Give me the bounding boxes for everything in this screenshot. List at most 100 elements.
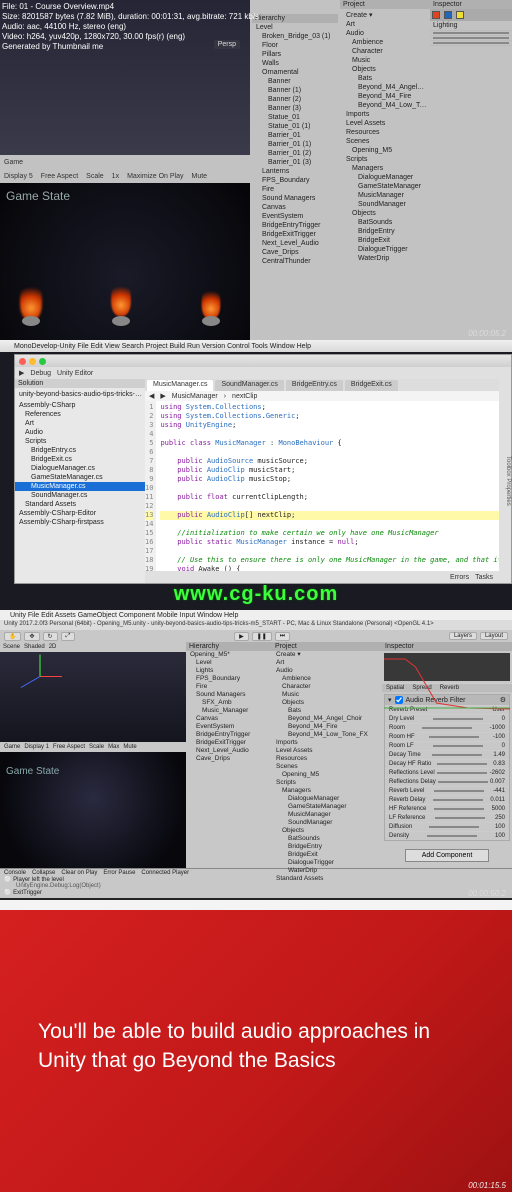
tree-item[interactable]: BatSounds: [272, 835, 382, 843]
hierarchy-panel-title[interactable]: Hierarchy: [186, 642, 272, 651]
tree-item[interactable]: Floor: [252, 41, 338, 50]
tree-item[interactable]: Beyond_M4_Low_Tone_FX: [342, 101, 428, 110]
property-value[interactable]: 5000: [492, 806, 505, 812]
game-display[interactable]: Display 5: [4, 173, 33, 180]
tree-item[interactable]: Beyond_M4_Angel_Choir: [342, 83, 428, 92]
tree-item[interactable]: SoundManager.cs: [15, 491, 145, 500]
property-slider[interactable]: [437, 772, 487, 774]
tree-item[interactable]: Resources: [272, 755, 382, 763]
tree-item[interactable]: CentralThunder: [252, 257, 338, 266]
tree-item[interactable]: DialogueTrigger: [272, 859, 382, 867]
tree-item[interactable]: SoundManager: [342, 200, 428, 209]
tree-item[interactable]: Beyond_M4_Fire: [272, 723, 382, 731]
display-dropdown[interactable]: Display 1: [24, 744, 49, 750]
shaded-dropdown[interactable]: Shaded: [24, 644, 45, 650]
tree-item[interactable]: Beyond_M4_Low_Tone_FX: [272, 731, 382, 739]
tree-item[interactable]: Imports: [342, 110, 428, 119]
solution-tree[interactable]: Assembly-CSharpReferencesArtAudioScripts…: [15, 401, 145, 527]
tree-item[interactable]: Beyond_M4_Fire: [342, 92, 428, 101]
tree-item[interactable]: WaterDrip: [272, 867, 382, 875]
tree-item[interactable]: Level: [252, 23, 338, 32]
tree-item[interactable]: Managers: [342, 164, 428, 173]
console-option[interactable]: Error Pause: [103, 870, 135, 876]
tree-item[interactable]: Barrier_01: [252, 131, 338, 140]
game-tab[interactable]: Game: [4, 159, 23, 166]
tree-item[interactable]: DialogueManager: [272, 795, 382, 803]
property-slider[interactable]: [432, 754, 482, 756]
property-slider[interactable]: [433, 745, 483, 747]
scene-tab[interactable]: Scene: [3, 644, 20, 650]
solution-panel-title[interactable]: Solution: [15, 379, 145, 388]
hand-tool-icon[interactable]: ✋: [4, 632, 21, 641]
game-view[interactable]: Game State: [0, 183, 250, 340]
inspector-panel-title[interactable]: Inspector: [430, 0, 512, 9]
editor-tabs[interactable]: MusicManager.csSoundManager.csBridgeEntr…: [145, 379, 499, 391]
property-value[interactable]: 100: [495, 833, 505, 839]
inspector-slider[interactable]: [433, 37, 509, 39]
close-window-icon[interactable]: [19, 358, 26, 365]
tree-item[interactable]: Barrier_01 (3): [252, 158, 338, 167]
tree-item[interactable]: EventSystem: [252, 212, 338, 221]
property-value[interactable]: 250: [495, 815, 505, 821]
tasks-pad[interactable]: Tasks: [475, 574, 493, 581]
tree-item[interactable]: Resources: [342, 128, 428, 137]
project-panel-title[interactable]: Project: [272, 642, 382, 651]
tree-item[interactable]: BridgeEntry: [342, 227, 428, 236]
tree-item[interactable]: Audio: [272, 667, 382, 675]
layout-dropdown[interactable]: Layout: [480, 632, 508, 640]
menubar-items[interactable]: Unity File Edit Assets GameObject Compon…: [10, 612, 238, 619]
hierarchy-tree[interactable]: LevelBroken_Bridge_03 (1)FloorPillarsWal…: [252, 23, 338, 266]
property-slider[interactable]: [433, 799, 483, 801]
scale-tool-icon[interactable]: ⤢: [61, 632, 76, 641]
game-view[interactable]: Game State: [0, 752, 186, 868]
pause-button[interactable]: ❚❚: [252, 632, 272, 641]
property-slider[interactable]: [438, 781, 488, 783]
editor-tab[interactable]: MusicManager.cs: [147, 380, 213, 391]
tree-item[interactable]: BridgeExit: [342, 236, 428, 245]
project-tree[interactable]: Create ▾ArtAudioAmbienceCharacterMusicOb…: [272, 651, 382, 883]
tree-item[interactable]: Character: [342, 47, 428, 56]
property-slider[interactable]: [435, 817, 485, 819]
tree-item[interactable]: BridgeEntry: [272, 843, 382, 851]
tree-item[interactable]: SFX_Amb: [186, 699, 272, 707]
tree-item[interactable]: Assembly-CSharp: [15, 401, 145, 410]
tree-item[interactable]: Barrier_01 (1): [252, 140, 338, 149]
editor-tab[interactable]: BridgeExit.cs: [345, 380, 398, 391]
game-maximize-toggle[interactable]: Maximize On Play: [127, 173, 183, 180]
property-slider[interactable]: [422, 727, 472, 729]
play-button[interactable]: ▶: [234, 632, 249, 641]
tree-item[interactable]: GameStateManager: [272, 803, 382, 811]
tree-item[interactable]: Level Assets: [342, 119, 428, 128]
tree-item[interactable]: MusicManager: [272, 811, 382, 819]
tree-item[interactable]: Cave_Drips: [186, 755, 272, 763]
tree-item[interactable]: Banner (2): [252, 95, 338, 104]
console-option[interactable]: Connected Player: [141, 870, 189, 876]
nav-class[interactable]: MusicManager: [172, 393, 218, 400]
tree-item[interactable]: Standard Assets: [15, 500, 145, 509]
nav-fwd-icon[interactable]: ▶: [160, 392, 165, 400]
2d-toggle[interactable]: 2D: [49, 644, 57, 650]
tree-item[interactable]: Pillars: [252, 50, 338, 59]
inspector-slider[interactable]: [433, 42, 509, 44]
inspector-slider[interactable]: [433, 32, 509, 34]
tree-item[interactable]: Banner (1): [252, 86, 338, 95]
mac-menubar[interactable]: MonoDevelop-Unity File Edit View Search …: [0, 340, 512, 352]
run-button[interactable]: ▶: [19, 369, 24, 377]
tree-item[interactable]: DialogueManager: [342, 173, 428, 182]
tree-item[interactable]: Canvas: [186, 715, 272, 723]
tree-item[interactable]: EventSystem: [186, 723, 272, 731]
tree-item[interactable]: Scenes: [342, 137, 428, 146]
add-component-button[interactable]: Add Component: [405, 849, 490, 862]
tree-item[interactable]: Banner (3): [252, 104, 338, 113]
mute-toggle[interactable]: Mute: [123, 744, 136, 750]
property-slider[interactable]: [437, 763, 487, 765]
tree-item[interactable]: FPS_Boundary: [186, 675, 272, 683]
tree-item[interactable]: Level Assets: [272, 747, 382, 755]
tree-item[interactable]: Scripts: [272, 779, 382, 787]
tree-item[interactable]: Lanterns: [252, 167, 338, 176]
tree-item[interactable]: BridgeExit: [272, 851, 382, 859]
tree-item[interactable]: BridgeEntryTrigger: [186, 731, 272, 739]
rotate-tool-icon[interactable]: ↻: [43, 632, 58, 641]
tree-item[interactable]: Music_Manager: [186, 707, 272, 715]
tree-item[interactable]: Statue_01 (1): [252, 122, 338, 131]
